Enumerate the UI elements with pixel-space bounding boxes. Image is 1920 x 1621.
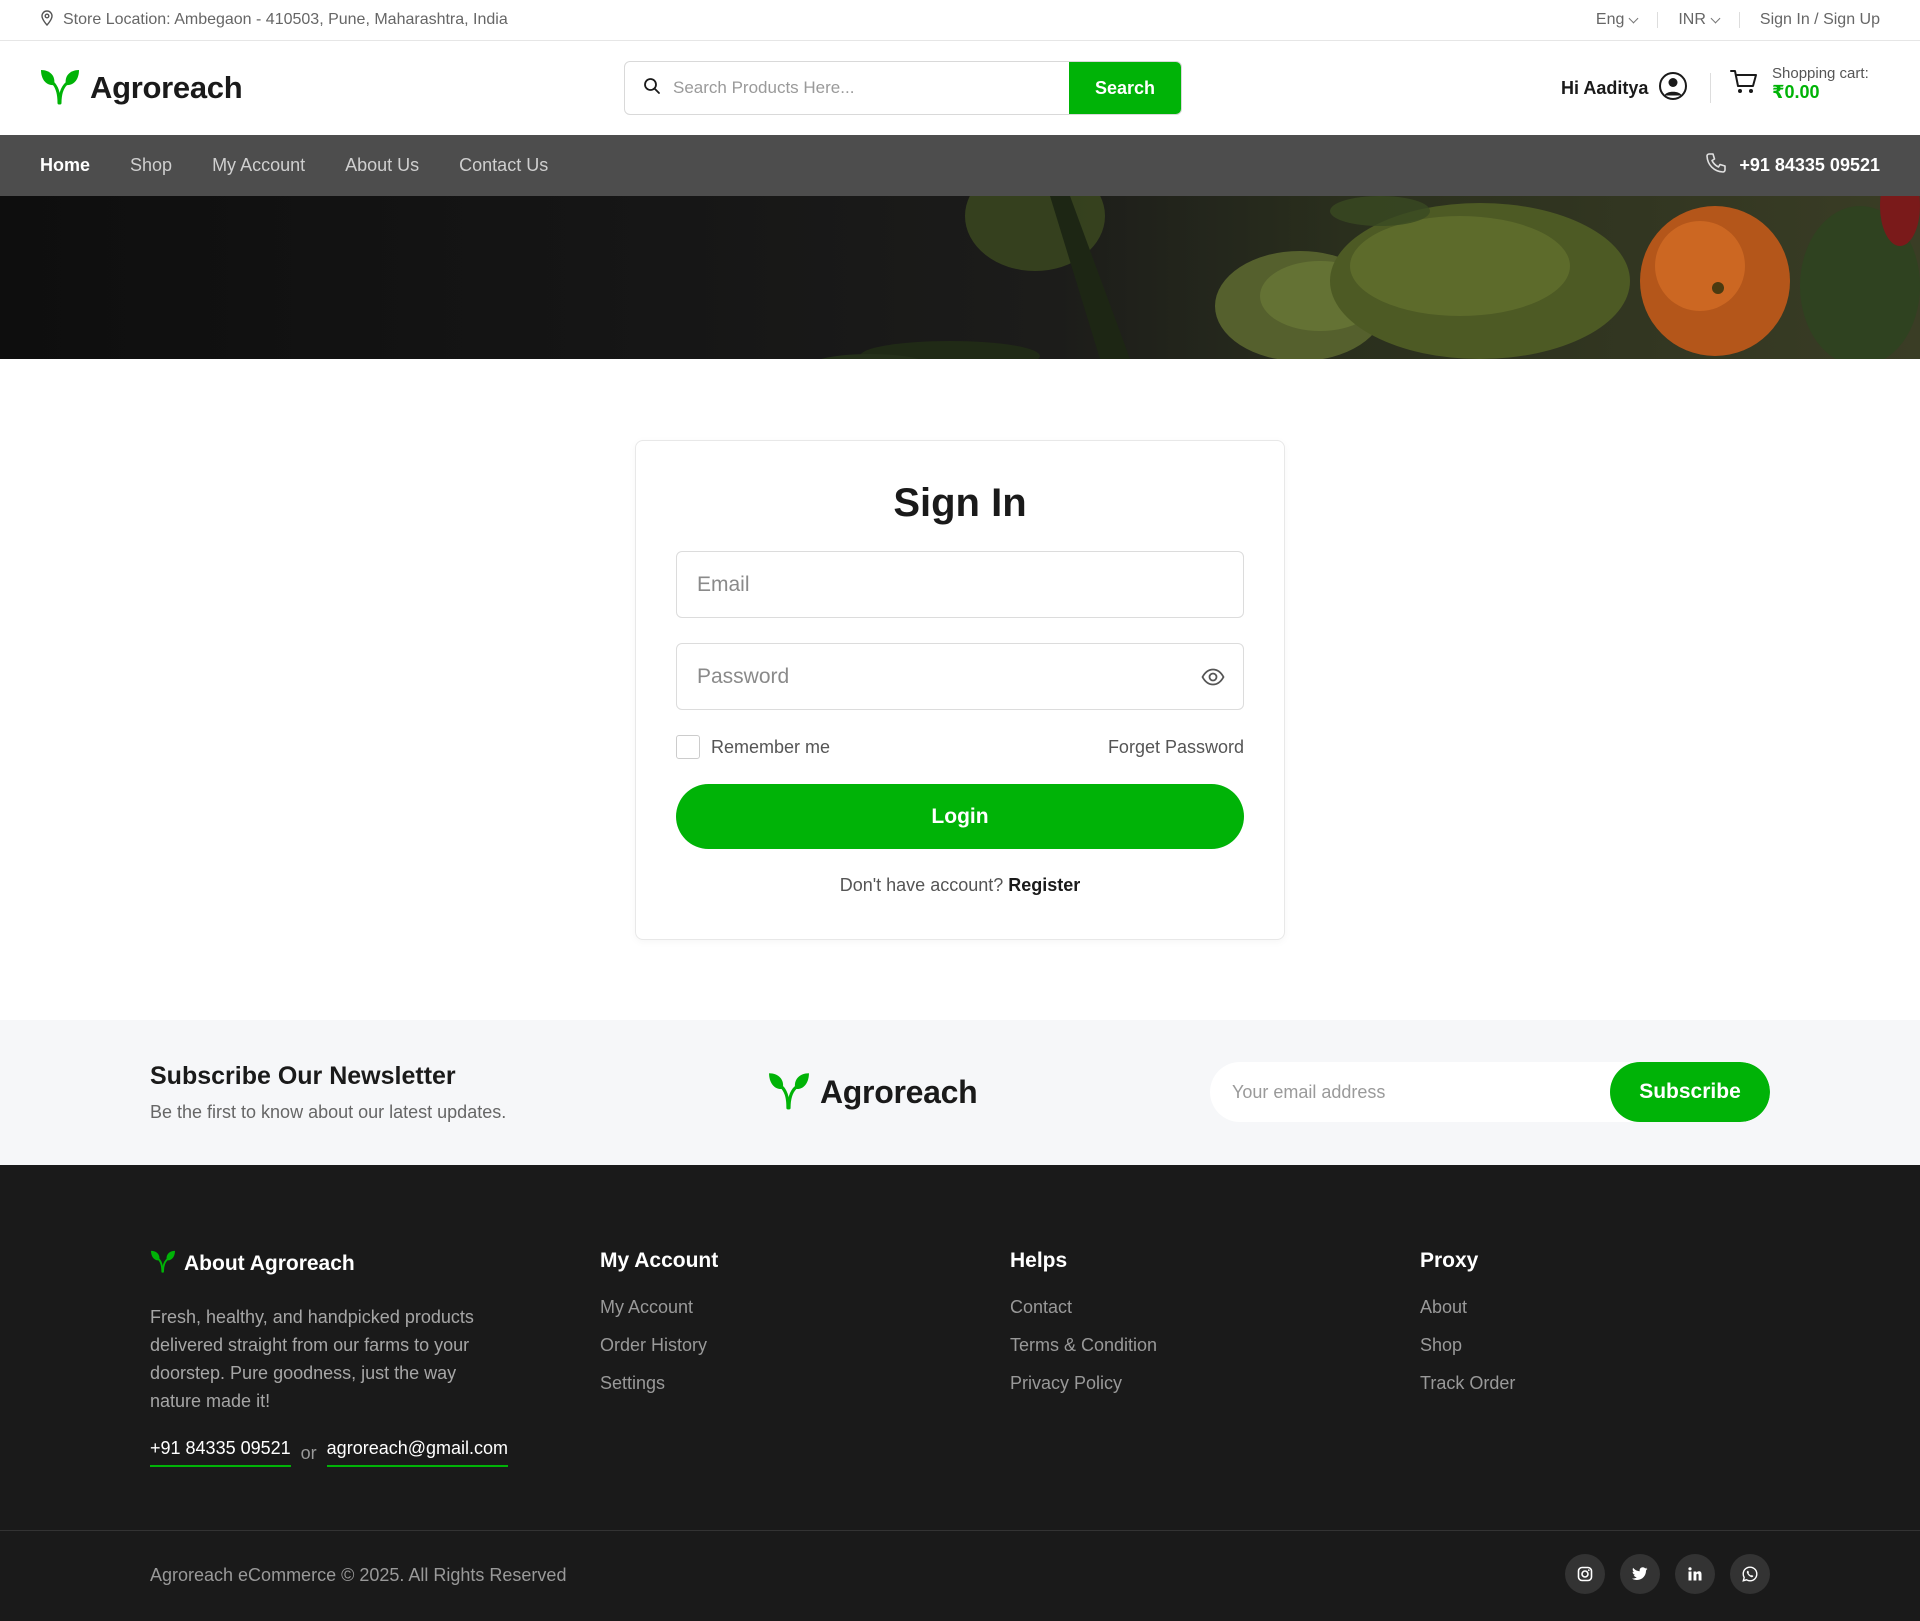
- search-icon: [643, 77, 661, 100]
- instagram-icon[interactable]: [1565, 1554, 1605, 1594]
- linkedin-icon[interactable]: [1675, 1554, 1715, 1594]
- newsletter-email-input[interactable]: Your email address: [1210, 1062, 1610, 1122]
- newsletter-section: Subscribe Our Newsletter Be the first to…: [0, 1020, 1920, 1165]
- sign-in-card: Sign In Email Password Remember me Forge…: [635, 440, 1285, 940]
- footer-about-text: Fresh, healthy, and handpicked products …: [150, 1307, 474, 1411]
- footer-link-privacy[interactable]: Privacy Policy: [1010, 1373, 1157, 1394]
- main-nav: Home Shop My Account About Us Contact Us…: [0, 135, 1920, 196]
- register-link[interactable]: Register: [1008, 875, 1080, 895]
- language-select[interactable]: Eng: [1595, 11, 1639, 29]
- nav-item-contact-us[interactable]: Contact Us: [459, 155, 548, 176]
- social-links: [1565, 1554, 1770, 1594]
- footer-my-account: My Account My Account Order History Sett…: [600, 1249, 718, 1411]
- leaf-logo-icon: [150, 1249, 176, 1279]
- store-location: Store Location: Ambegaon - 410503, Pune,…: [40, 9, 508, 31]
- divider: [1710, 73, 1711, 103]
- user-avatar-icon: [1658, 71, 1688, 106]
- hero-banner: [0, 196, 1920, 359]
- password-placeholder: Password: [697, 664, 790, 688]
- footer-or-text: or: [300, 1443, 317, 1463]
- newsletter-logo[interactable]: Agroreach: [768, 1070, 978, 1115]
- leaf-logo-icon: [768, 1070, 810, 1115]
- footer-phone-link[interactable]: +91 84335 09521: [150, 1438, 291, 1467]
- remember-me-label: Remember me: [711, 736, 831, 757]
- nav-phone[interactable]: +91 84335 09521: [1705, 152, 1880, 179]
- newsletter-brand: Agroreach: [820, 1074, 978, 1110]
- nav-phone-number: +91 84335 09521: [1739, 155, 1880, 175]
- currency-select[interactable]: INR: [1678, 11, 1721, 29]
- search-placeholder: Search Products Here...: [673, 78, 855, 97]
- search-bar: Search Products Here... Search: [624, 61, 1182, 115]
- footer-divider: [0, 1530, 1920, 1531]
- copyright: Agroreach eCommerce © 2025. All Rights R…: [150, 1565, 567, 1585]
- chevron-down-icon: [1710, 13, 1721, 23]
- newsletter-subtitle: Be the first to know about our latest up…: [150, 1102, 507, 1122]
- footer-link-contact[interactable]: Contact: [1010, 1297, 1157, 1318]
- footer-contacts: +91 84335 09521 or agroreach@gmail.com: [150, 1438, 509, 1467]
- divider: [1657, 12, 1659, 28]
- chevron-down-icon: [1628, 13, 1639, 23]
- no-account-text: Don't have account? Register: [636, 875, 1284, 896]
- login-button[interactable]: Login: [676, 784, 1244, 849]
- vegetables-image: [821, 196, 1920, 359]
- header: Agroreach Search Products Here... Search…: [0, 41, 1920, 135]
- shopping-cart[interactable]: Shopping cart: ₹0.00: [1730, 65, 1869, 103]
- user-greeting[interactable]: Hi Aaditya: [1561, 71, 1688, 106]
- greeting-text: Hi Aaditya: [1561, 78, 1649, 98]
- footer-link-terms[interactable]: Terms & Condition: [1010, 1335, 1157, 1356]
- remember-me-checkbox[interactable]: [676, 735, 700, 759]
- sign-in-sign-up-link[interactable]: Sign In / Sign Up: [1760, 11, 1880, 29]
- footer-account-title: My Account: [600, 1249, 719, 1272]
- footer-link-shop[interactable]: Shop: [1420, 1335, 1515, 1356]
- footer-email-link[interactable]: agroreach@gmail.com: [326, 1438, 509, 1467]
- logo[interactable]: Agroreach: [40, 67, 243, 110]
- cart-icon: [1730, 69, 1758, 100]
- footer-link-settings[interactable]: Settings: [600, 1373, 718, 1394]
- nav-item-home[interactable]: Home: [40, 155, 90, 176]
- footer-helps: Helps Contact Terms & Condition Privacy …: [1010, 1249, 1157, 1411]
- phone-icon: [1705, 152, 1727, 179]
- map-pin-icon: [40, 9, 54, 31]
- footer-about: About Agroreach Fresh, healthy, and hand…: [150, 1249, 510, 1415]
- footer-helps-title: Helps: [1010, 1249, 1068, 1272]
- nav-item-shop[interactable]: Shop: [130, 155, 172, 176]
- leaf-logo-icon: [40, 67, 80, 110]
- footer-link-my-account[interactable]: My Account: [600, 1297, 718, 1318]
- brand-name: Agroreach: [90, 70, 243, 105]
- forget-password-link[interactable]: Forget Password: [1108, 737, 1244, 758]
- nav-item-my-account[interactable]: My Account: [212, 155, 305, 176]
- no-account-label: Don't have account?: [839, 875, 1004, 895]
- footer-about-heading: About Agroreach: [150, 1249, 510, 1279]
- search-button[interactable]: Search: [1069, 62, 1181, 114]
- footer-link-track-order[interactable]: Track Order: [1420, 1373, 1515, 1394]
- divider: [1738, 12, 1740, 28]
- password-field[interactable]: Password: [676, 643, 1244, 710]
- email-placeholder: Email: [697, 572, 750, 596]
- email-field[interactable]: Email: [676, 551, 1244, 618]
- search-input[interactable]: Search Products Here...: [625, 62, 1069, 114]
- store-location-text: Store Location: Ambegaon - 410503, Pune,…: [63, 11, 508, 28]
- show-password-eye-icon[interactable]: [1201, 666, 1225, 694]
- cart-label: Shopping cart:: [1772, 65, 1869, 82]
- footer-about-title: About Agroreach: [184, 1252, 355, 1275]
- cart-amount: ₹0.00: [1772, 82, 1820, 102]
- language-value: Eng: [1595, 11, 1625, 28]
- newsletter-form: Your email address Subscribe: [1210, 1062, 1770, 1122]
- whatsapp-icon[interactable]: [1730, 1554, 1770, 1594]
- footer-proxy-title: Proxy: [1420, 1249, 1479, 1272]
- footer-link-about[interactable]: About: [1420, 1297, 1515, 1318]
- sign-in-title: Sign In: [893, 481, 1027, 525]
- footer-link-order-history[interactable]: Order History: [600, 1335, 718, 1356]
- subscribe-button[interactable]: Subscribe: [1610, 1062, 1770, 1122]
- remember-me[interactable]: Remember me: [676, 735, 830, 759]
- nav-item-about-us[interactable]: About Us: [345, 155, 419, 176]
- footer: About Agroreach Fresh, healthy, and hand…: [0, 1165, 1920, 1621]
- twitter-icon[interactable]: [1620, 1554, 1660, 1594]
- newsletter-placeholder: Your email address: [1232, 1081, 1386, 1102]
- currency-value: INR: [1678, 11, 1706, 28]
- top-bar: Store Location: Ambegaon - 410503, Pune,…: [0, 0, 1920, 41]
- footer-proxy: Proxy About Shop Track Order: [1420, 1249, 1515, 1411]
- newsletter-title: Subscribe Our Newsletter: [150, 1062, 456, 1090]
